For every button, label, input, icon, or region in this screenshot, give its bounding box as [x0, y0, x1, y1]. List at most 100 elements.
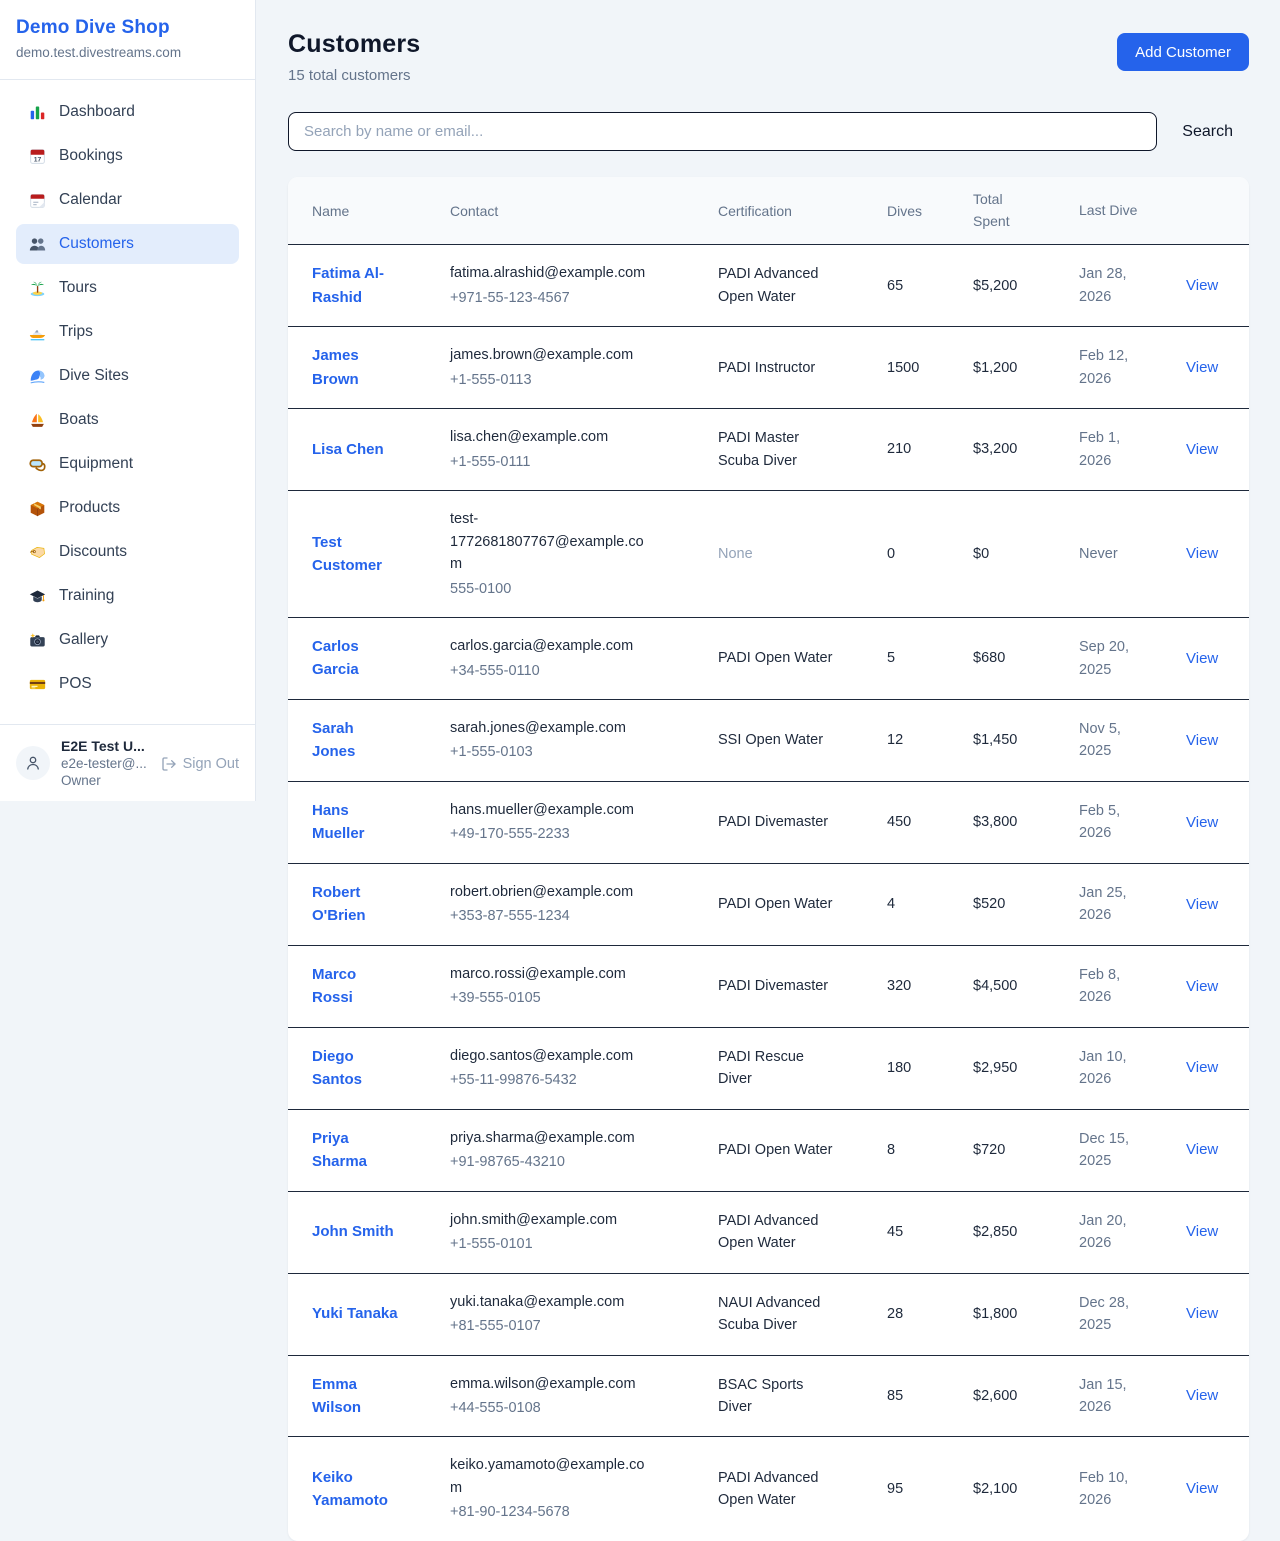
certification: PADI Instructor: [718, 357, 838, 379]
table-row: Robert O'Brien robert.obrien@example.com…: [288, 863, 1249, 945]
shop-domain: demo.test.divestreams.com: [16, 45, 239, 60]
sidebar-item-tours[interactable]: Tours: [16, 268, 239, 308]
customer-name-link[interactable]: Hans Mueller: [312, 799, 400, 846]
view-link[interactable]: View: [1186, 545, 1218, 562]
sidebar-item-calendar[interactable]: Calendar: [16, 180, 239, 220]
view-link[interactable]: View: [1186, 650, 1218, 667]
view-link[interactable]: View: [1186, 1223, 1218, 1240]
view-link[interactable]: View: [1186, 1141, 1218, 1158]
total-spent: $2,600: [957, 1355, 1063, 1437]
sidebar-item-customers[interactable]: Customers: [16, 224, 239, 264]
shop-name: Demo Dive Shop: [16, 17, 239, 39]
certification: PADI Rescue Diver: [718, 1046, 838, 1091]
customer-email: carlos.garcia@example.com: [450, 635, 655, 657]
last-dive: Jan 15, 2026: [1079, 1374, 1154, 1419]
customer-name-link[interactable]: James Brown: [312, 344, 400, 391]
customer-name-link[interactable]: Emma Wilson: [312, 1373, 400, 1420]
column-header-name: Name: [288, 177, 434, 245]
sidebar-item-label: Calendar: [59, 191, 122, 209]
sidebar-item-bookings[interactable]: 17 Bookings: [16, 136, 239, 176]
sidebar-item-label: Training: [59, 587, 114, 605]
customer-email: hans.mueller@example.com: [450, 799, 655, 821]
total-spent: $5,200: [957, 245, 1063, 327]
certification: PADI Open Water: [718, 1139, 838, 1161]
customer-email: keiko.yamamoto@example.com: [450, 1454, 655, 1499]
table-row: Priya Sharma priya.sharma@example.com+91…: [288, 1109, 1249, 1191]
customer-name-link[interactable]: Fatima Al-Rashid: [312, 262, 400, 309]
sidebar-item-pos[interactable]: POS: [16, 664, 239, 704]
customer-name-link[interactable]: Test Customer: [312, 531, 400, 578]
view-link[interactable]: View: [1186, 814, 1218, 831]
customer-name-link[interactable]: Priya Sharma: [312, 1127, 400, 1174]
sidebar-item-gallery[interactable]: Gallery: [16, 620, 239, 660]
customer-phone: +81-90-1234-5678: [450, 1501, 655, 1523]
dives-count: 85: [871, 1355, 957, 1437]
last-dive: Jan 28, 2026: [1079, 263, 1154, 308]
dives-count: 180: [871, 1027, 957, 1109]
last-dive: Never: [1079, 543, 1154, 565]
last-dive: Jan 20, 2026: [1079, 1210, 1154, 1255]
sidebar-item-training[interactable]: Training: [16, 576, 239, 616]
total-spent: $3,800: [957, 781, 1063, 863]
view-link[interactable]: View: [1186, 978, 1218, 995]
sidebar-item-equipment[interactable]: Equipment: [16, 444, 239, 484]
view-link[interactable]: View: [1186, 1387, 1218, 1404]
search-button[interactable]: Search: [1157, 123, 1249, 141]
sidebar-item-label: Discounts: [59, 543, 127, 561]
certification: SSI Open Water: [718, 729, 838, 751]
page-title: Customers: [288, 30, 420, 59]
customer-name-link[interactable]: Yuki Tanaka: [312, 1302, 398, 1325]
sidebar-item-label: Tours: [59, 279, 97, 297]
customer-name-link[interactable]: Lisa Chen: [312, 438, 384, 461]
sidebar-item-dashboard[interactable]: Dashboard: [16, 92, 239, 132]
customer-name-link[interactable]: Robert O'Brien: [312, 881, 400, 928]
user-meta: E2E Test U... e2e-tester@... Owner: [61, 738, 150, 788]
customer-name-link[interactable]: Diego Santos: [312, 1045, 400, 1092]
table-row: Emma Wilson emma.wilson@example.com+44-5…: [288, 1355, 1249, 1437]
column-header-total-spent: Total Spent: [957, 177, 1063, 245]
customer-name-link[interactable]: Marco Rossi: [312, 963, 400, 1010]
view-link[interactable]: View: [1186, 1059, 1218, 1076]
sidebar-item-label: Dashboard: [59, 103, 135, 121]
customer-name-link[interactable]: John Smith: [312, 1220, 394, 1243]
view-link[interactable]: View: [1186, 359, 1218, 376]
last-dive: Feb 10, 2026: [1079, 1467, 1154, 1512]
certification: PADI Master Scuba Diver: [718, 427, 838, 472]
view-link[interactable]: View: [1186, 277, 1218, 294]
calendar-icon: [28, 191, 46, 209]
customer-email: fatima.alrashid@example.com: [450, 262, 655, 284]
view-link[interactable]: View: [1186, 732, 1218, 749]
sidebar-item-products[interactable]: Products: [16, 488, 239, 528]
view-link[interactable]: View: [1186, 1305, 1218, 1322]
sidebar-item-discounts[interactable]: Discounts: [16, 532, 239, 572]
sidebar-item-dive-sites[interactable]: Dive Sites: [16, 356, 239, 396]
column-header-actions: [1170, 177, 1249, 245]
customer-name-link[interactable]: Keiko Yamamoto: [312, 1466, 400, 1513]
dives-count: 5: [871, 618, 957, 700]
column-header-certification: Certification: [702, 177, 871, 245]
dives-count: 450: [871, 781, 957, 863]
view-link[interactable]: View: [1186, 1480, 1218, 1497]
user-section: E2E Test U... e2e-tester@... Owner Sign …: [0, 724, 255, 801]
total-spent: $3,200: [957, 409, 1063, 491]
view-link[interactable]: View: [1186, 441, 1218, 458]
total-spent: $1,200: [957, 327, 1063, 409]
sign-out-button[interactable]: Sign Out: [161, 756, 239, 772]
search-input[interactable]: [288, 112, 1157, 151]
sidebar-item-boats[interactable]: Boats: [16, 400, 239, 440]
island-icon: [28, 279, 46, 297]
sidebar-item-label: Trips: [59, 323, 93, 341]
total-spent: $1,450: [957, 700, 1063, 782]
customer-name-link[interactable]: Sarah Jones: [312, 717, 400, 764]
certification: NAUI Advanced Scuba Diver: [718, 1292, 838, 1337]
certification: PADI Divemaster: [718, 975, 838, 997]
add-customer-button[interactable]: Add Customer: [1117, 33, 1249, 71]
sidebar-item-trips[interactable]: Trips: [16, 312, 239, 352]
last-dive: Nov 5, 2025: [1079, 718, 1154, 763]
sidebar-item-label: Equipment: [59, 455, 133, 473]
table-row: Diego Santos diego.santos@example.com+55…: [288, 1027, 1249, 1109]
customer-name-link[interactable]: Carlos Garcia: [312, 635, 400, 682]
view-link[interactable]: View: [1186, 896, 1218, 913]
user-icon: [24, 754, 42, 772]
total-spent: $2,850: [957, 1191, 1063, 1273]
